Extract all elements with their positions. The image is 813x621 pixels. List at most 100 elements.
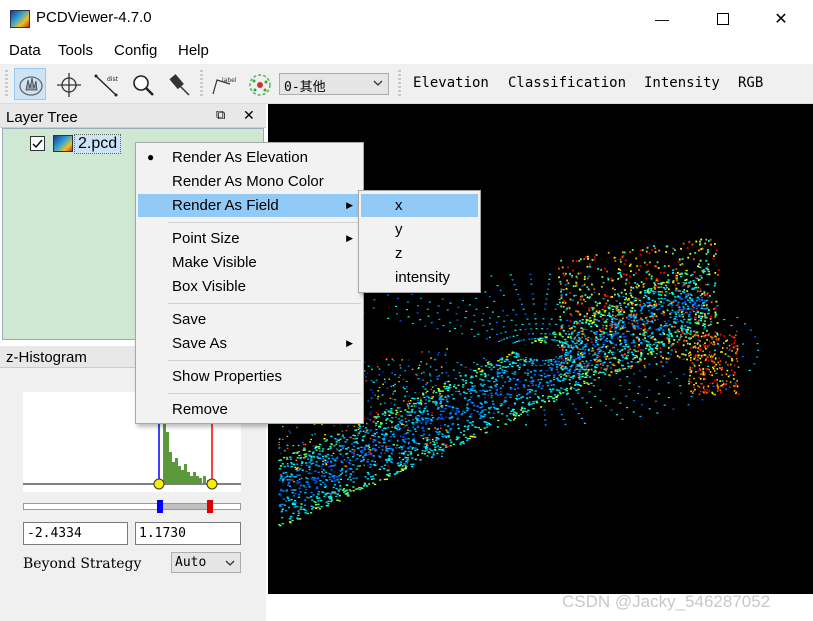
point (296, 451, 299, 454)
menu-box-visible[interactable]: Box Visible (138, 275, 361, 298)
point (372, 392, 374, 394)
point (313, 500, 316, 503)
point (610, 409, 613, 411)
menu-data[interactable]: Data (9, 42, 41, 59)
point (657, 267, 660, 269)
point (625, 278, 628, 281)
point (425, 392, 427, 394)
menu-point-size[interactable]: Point Size ▶ (138, 227, 361, 250)
select-tool-button[interactable] (14, 68, 46, 100)
point (294, 493, 297, 495)
point (316, 487, 319, 489)
menu-remove[interactable]: Remove (138, 398, 361, 421)
point (699, 266, 702, 269)
points-tool-button[interactable] (243, 68, 275, 100)
point (719, 363, 721, 366)
point (503, 320, 506, 322)
point (690, 356, 692, 359)
field-option-y[interactable]: y (361, 218, 478, 241)
point (603, 331, 606, 334)
menu-save[interactable]: Save (138, 308, 361, 331)
point (686, 331, 688, 333)
point (749, 329, 752, 331)
range-slider-max-handle[interactable] (207, 500, 213, 513)
close-button[interactable]: ✕ (758, 0, 804, 38)
menu-config[interactable]: Config (114, 42, 157, 59)
point (417, 403, 420, 405)
toolbar-grip-3[interactable] (398, 70, 401, 98)
point (688, 313, 691, 316)
point (366, 478, 369, 480)
point (541, 364, 544, 366)
point (648, 326, 651, 328)
menu-save-as[interactable]: Save As ▶ (138, 332, 361, 355)
menu-render-as-elevation[interactable]: ● Render As Elevation (138, 146, 361, 169)
max-value-input[interactable]: 1.1730 (135, 522, 241, 545)
point (667, 382, 670, 384)
point (422, 430, 425, 432)
field-option-x[interactable]: x (361, 194, 478, 217)
min-value-input[interactable]: -2.4334 (23, 522, 128, 545)
classification-select[interactable]: 0-其他 (279, 73, 389, 95)
point (504, 331, 507, 333)
pick-tool-button[interactable] (163, 68, 195, 100)
point (676, 355, 679, 357)
point (685, 269, 688, 272)
crosshair-tool-button[interactable] (52, 68, 84, 100)
float-dock-icon[interactable]: ⧉ (216, 107, 225, 123)
point (514, 362, 517, 364)
rgb-button[interactable]: RGB (738, 75, 763, 91)
toolbar-grip[interactable] (5, 70, 8, 98)
classification-button[interactable]: Classification (508, 75, 626, 91)
menu-render-as-mono-color[interactable]: Render As Mono Color (138, 170, 361, 193)
histogram-bars (163, 422, 210, 484)
zoom-tool-button[interactable] (126, 68, 158, 100)
point (515, 314, 518, 316)
point (379, 403, 382, 405)
measure-distance-button[interactable]: dist (89, 68, 121, 100)
minimize-button[interactable]: — (639, 0, 685, 38)
layer-visibility-checkbox[interactable] (30, 136, 45, 151)
point (488, 361, 491, 363)
point (645, 340, 648, 343)
point (681, 321, 684, 323)
point (610, 333, 613, 336)
menu-help[interactable]: Help (178, 42, 209, 59)
point (617, 322, 620, 325)
intensity-button[interactable]: Intensity (644, 75, 720, 91)
point (364, 446, 367, 448)
point (642, 296, 645, 299)
point (686, 358, 688, 361)
point (398, 427, 402, 429)
menu-show-properties[interactable]: Show Properties (138, 365, 361, 388)
menu-tools[interactable]: Tools (58, 42, 93, 59)
point (447, 387, 450, 390)
maximize-button[interactable] (700, 0, 746, 38)
toolbar-grip-2[interactable] (200, 70, 203, 98)
layer-item-label[interactable]: 2.pcd (74, 134, 122, 154)
field-option-intensity[interactable]: intensity (361, 266, 478, 289)
range-slider-min-handle[interactable] (157, 500, 163, 513)
point (397, 418, 400, 420)
menu-make-visible[interactable]: Make Visible (138, 251, 361, 274)
point (650, 288, 653, 290)
point (543, 401, 546, 403)
range-slider[interactable] (23, 500, 241, 513)
point (610, 277, 613, 280)
point (363, 482, 366, 484)
label-tool-button[interactable]: label (206, 68, 238, 100)
point (683, 339, 686, 342)
point (285, 471, 288, 474)
point (584, 335, 587, 337)
chevron-down-icon (373, 80, 383, 86)
point (392, 433, 395, 435)
field-option-z[interactable]: z (361, 242, 478, 265)
elevation-button[interactable]: Elevation (413, 75, 489, 91)
beyond-strategy-select[interactable]: Auto (171, 552, 241, 573)
close-dock-icon[interactable]: ✕ (243, 107, 255, 124)
menu-render-as-field[interactable]: Render As Field ▶ (138, 194, 361, 217)
point (620, 319, 623, 321)
point (601, 333, 603, 336)
point (465, 310, 468, 312)
point (282, 498, 285, 500)
